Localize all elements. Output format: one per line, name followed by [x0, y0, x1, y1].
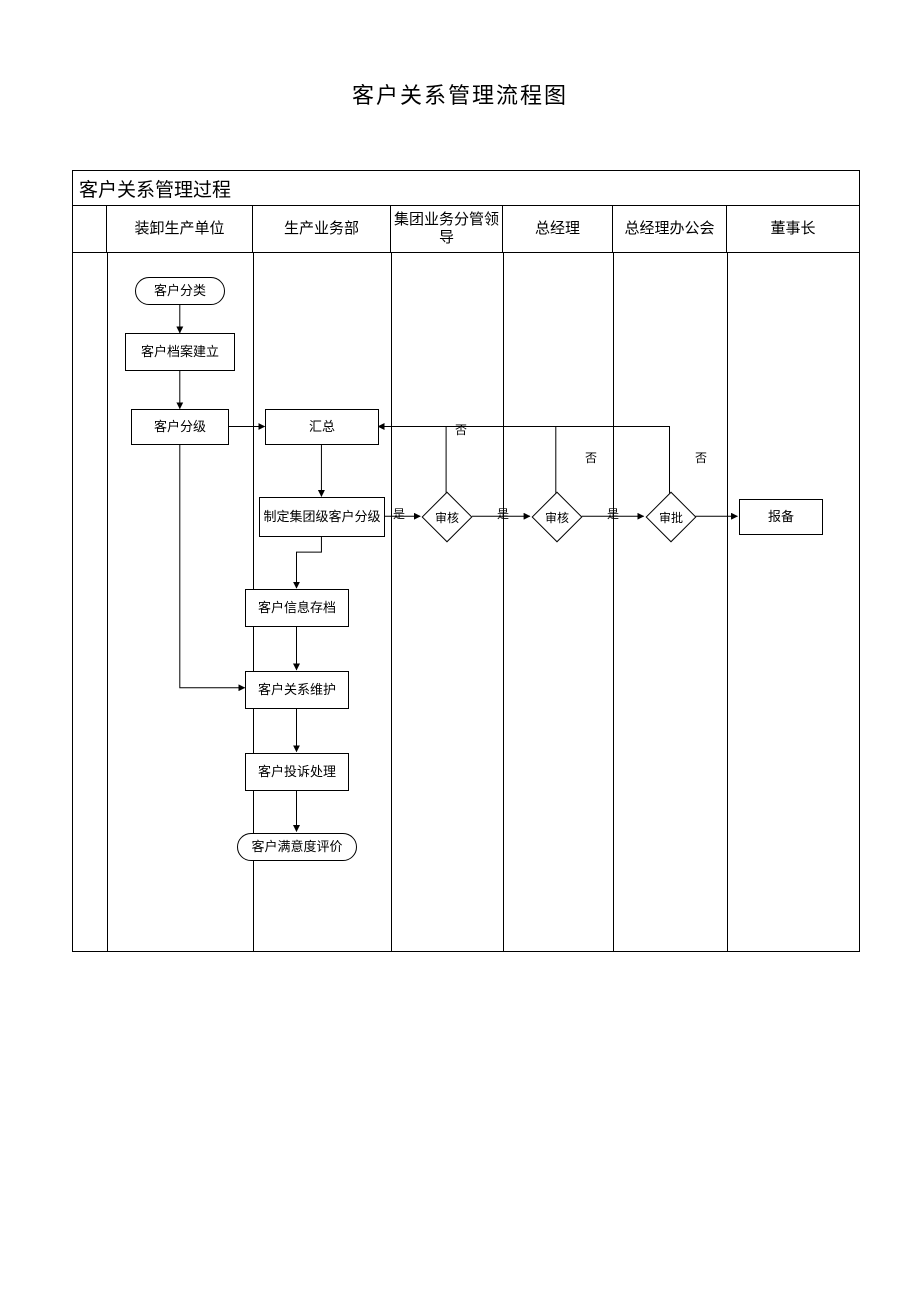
node-archive: 客户信息存档 — [245, 589, 349, 627]
label-no-2: 否 — [585, 449, 597, 466]
lane-spacer — [73, 206, 107, 252]
label-yes-2: 是 — [497, 505, 509, 522]
node-profile-create: 客户档案建立 — [125, 333, 235, 371]
node-maintain: 客户关系维护 — [245, 671, 349, 709]
node-customer-grade: 客户分级 — [131, 409, 229, 445]
node-group-grade: 制定集团级客户分级 — [259, 497, 385, 537]
node-summarize: 汇总 — [265, 409, 379, 445]
page-title: 客户关系管理流程图 — [0, 0, 920, 110]
node-complaint: 客户投诉处理 — [245, 753, 349, 791]
lane-header-2: 生产业务部 — [253, 206, 391, 252]
node-start: 客户分类 — [135, 277, 225, 305]
lane-header-1: 装卸生产单位 — [107, 206, 253, 252]
decision-approve-label: 审批 — [645, 497, 697, 537]
label-yes-1: 是 — [393, 505, 405, 522]
decision-review-2: 审核 — [531, 497, 583, 537]
lane-header-3: 集团业务分管领导 — [391, 206, 503, 252]
label-no-1: 否 — [455, 421, 467, 438]
decision-review-2-label: 审核 — [531, 497, 583, 537]
label-no-3: 否 — [695, 449, 707, 466]
lane-header-row: 装卸生产单位 生产业务部 集团业务分管领导 总经理 总经理办公会 董事长 — [73, 205, 859, 253]
lane-header-6: 董事长 — [727, 206, 859, 252]
label-yes-3: 是 — [607, 505, 619, 522]
flow-canvas: 客户分类 客户档案建立 客户分级 汇总 制定集团级客户分级 客户信息存档 客户关… — [107, 253, 859, 951]
diagram-frame: 客户关系管理过程 装卸生产单位 生产业务部 集团业务分管领导 总经理 总经理办公… — [72, 170, 860, 952]
decision-review-1-label: 审核 — [421, 497, 473, 537]
lane-header-5: 总经理办公会 — [613, 206, 727, 252]
node-end: 客户满意度评价 — [237, 833, 357, 861]
node-report: 报备 — [739, 499, 823, 535]
lane-header-4: 总经理 — [503, 206, 613, 252]
decision-approve: 审批 — [645, 497, 697, 537]
section-title: 客户关系管理过程 — [79, 175, 231, 202]
decision-review-1: 审核 — [421, 497, 473, 537]
